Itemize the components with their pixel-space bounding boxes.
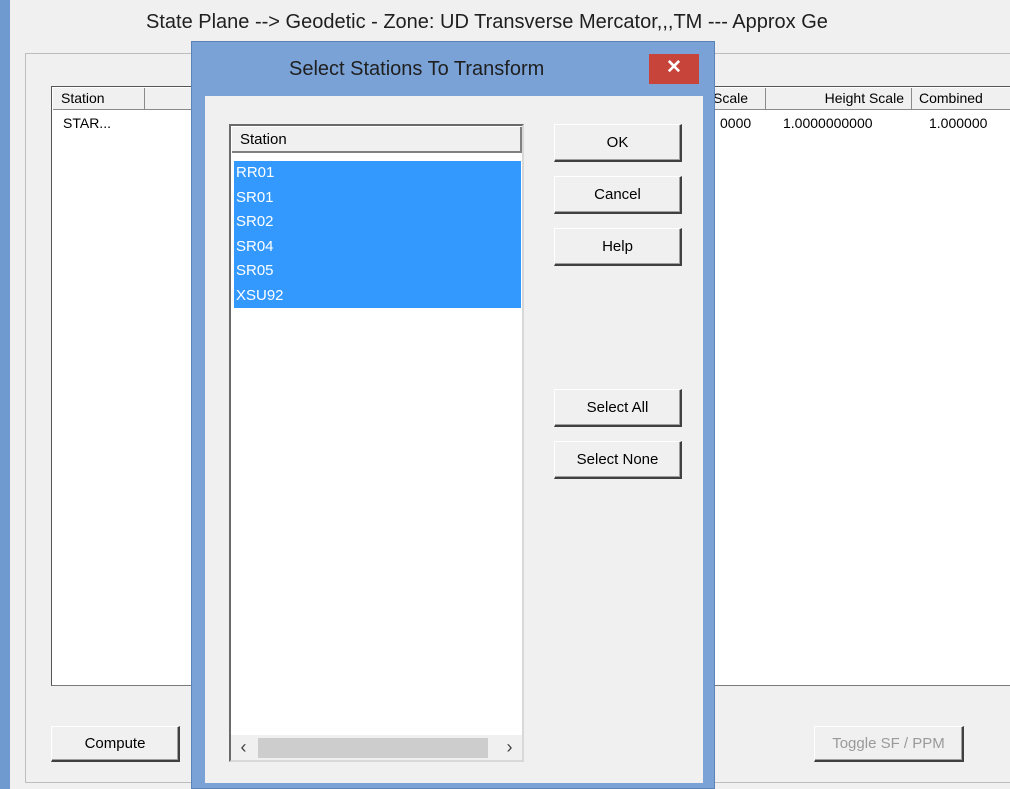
help-button[interactable]: Help (554, 228, 682, 266)
list-item-rr01[interactable]: RR01 (234, 161, 521, 186)
main-window-title: State Plane --> Geodetic - Zone: UD Tran… (146, 11, 828, 33)
cell-station: STAR... (63, 115, 111, 131)
list-item-sr01[interactable]: SR01 (234, 185, 521, 210)
window-left-edge (0, 0, 10, 789)
station-list[interactable]: Station RR01 SR01 SR02 SR04 SR05 XSU92 ‹… (229, 124, 524, 762)
select-none-button[interactable]: Select None (554, 441, 682, 479)
cell-scale: 0000 (720, 115, 752, 131)
cell-height-scale: 1.0000000000 (783, 115, 873, 131)
dialog-title: Select Stations To Transform (289, 58, 545, 80)
list-item-sr04[interactable]: SR04 (234, 234, 521, 259)
column-header-scale[interactable]: Scale (711, 88, 766, 110)
station-list-header[interactable]: Station (232, 127, 522, 153)
ok-button[interactable]: OK (554, 124, 682, 162)
scroll-left-icon[interactable]: ‹ (231, 735, 256, 760)
column-header-station[interactable]: Station (53, 88, 145, 110)
column-header-combined[interactable]: Combined (912, 88, 1010, 110)
list-item-sr02[interactable]: SR02 (234, 210, 521, 235)
scroll-right-icon[interactable]: › (497, 735, 522, 760)
select-stations-dialog: Select Stations To Transform ✕ Station R… (191, 41, 715, 789)
column-header-blank[interactable] (145, 88, 195, 110)
list-item-xsu92[interactable]: XSU92 (234, 283, 521, 308)
close-icon[interactable]: ✕ (649, 54, 699, 84)
station-list-items: RR01 SR01 SR02 SR04 SR05 XSU92 (234, 161, 521, 308)
select-all-button[interactable]: Select All (554, 389, 682, 427)
dialog-client-area: Station RR01 SR01 SR02 SR04 SR05 XSU92 ‹… (205, 96, 703, 783)
scrollbar-thumb[interactable] (258, 738, 488, 758)
compute-button[interactable]: Compute (51, 726, 180, 762)
cancel-button[interactable]: Cancel (554, 176, 682, 214)
cell-combined: 1.000000 (929, 115, 988, 131)
toggle-sf-ppm-button: Toggle SF / PPM (814, 726, 964, 762)
list-item-sr05[interactable]: SR05 (234, 259, 521, 284)
column-header-height-scale[interactable]: Height Scale (766, 88, 912, 110)
horizontal-scrollbar[interactable]: ‹ › (231, 735, 522, 760)
